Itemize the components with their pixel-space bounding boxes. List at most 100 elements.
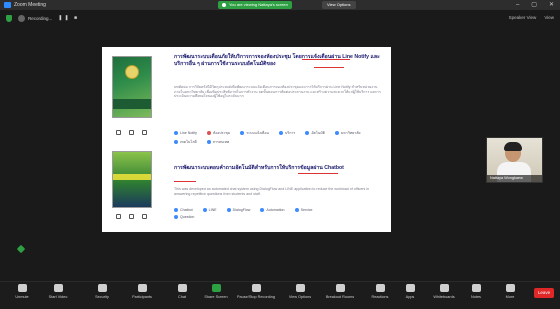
leave-button[interactable]: Leave bbox=[534, 288, 554, 298]
tag-item[interactable]: LINE bbox=[202, 208, 217, 212]
zoom-logo-icon bbox=[4, 2, 11, 8]
meeting-info-bar: Recording... ❚❚ ■ Speaker View View bbox=[0, 12, 560, 24]
recording-pause-icon[interactable]: ❚❚ ■ bbox=[58, 15, 79, 21]
close-icon[interactable]: ✕ bbox=[549, 0, 554, 10]
tag-item[interactable]: บริการ bbox=[279, 130, 295, 136]
doc-actions-1 bbox=[116, 130, 147, 135]
whiteboards-button[interactable]: Whiteboards bbox=[426, 284, 462, 299]
window-controls: – ▢ ✕ bbox=[516, 0, 554, 10]
download-icon[interactable] bbox=[116, 130, 121, 135]
tag-item[interactable]: Line Notify bbox=[174, 130, 197, 136]
tag-item[interactable]: Chatbot bbox=[174, 208, 193, 212]
tag-icon bbox=[174, 140, 178, 144]
view-icon[interactable] bbox=[129, 130, 134, 135]
tag-icon bbox=[174, 215, 178, 219]
speaker-view-link[interactable]: Speaker View bbox=[509, 15, 537, 20]
smiley-icon bbox=[375, 284, 385, 292]
recording-button[interactable]: Pause/Stop Recording bbox=[237, 284, 275, 299]
tag-item[interactable]: มหาวิทยาลัย bbox=[334, 130, 361, 136]
annotate-pencil-icon[interactable] bbox=[16, 244, 26, 254]
tag-item[interactable]: DialogFlow bbox=[226, 208, 250, 212]
tag-item[interactable]: Automation bbox=[260, 208, 285, 212]
title-bar: Zoom Meeting You are viewing Nattaya's s… bbox=[0, 0, 560, 10]
participant-name: Nattaya Wongkaew bbox=[487, 175, 542, 182]
apps-button[interactable]: Apps bbox=[392, 284, 428, 299]
doc-actions-2 bbox=[116, 214, 147, 219]
section2-title[interactable]: การพัฒนาระบบตอบคำถามอัตโนมัติสำหรับการให… bbox=[174, 165, 384, 172]
share-banner: You are viewing Nattaya's screen bbox=[218, 1, 292, 9]
view-options-button[interactable]: View Options bbox=[322, 1, 356, 9]
apps-icon bbox=[405, 284, 415, 292]
unmute-button[interactable]: Unmute bbox=[4, 284, 40, 299]
tag-item[interactable]: Question bbox=[174, 215, 194, 219]
chat-button[interactable]: Chat bbox=[164, 284, 200, 299]
notes-button[interactable]: Notes bbox=[458, 284, 494, 299]
book-cover-2[interactable] bbox=[112, 151, 152, 208]
view-options-toolbar-button[interactable]: View Options bbox=[282, 284, 318, 299]
notes-icon bbox=[471, 284, 481, 292]
recording-label: Recording... bbox=[28, 15, 53, 21]
section1-title[interactable]: การพัฒนาระบบเตือนภัยให้บริการการจองห้องป… bbox=[174, 54, 384, 68]
annotation-underline bbox=[314, 67, 344, 68]
tag-item[interactable]: Service bbox=[294, 208, 313, 212]
security-button[interactable]: Security bbox=[84, 284, 120, 299]
annotation-underline bbox=[174, 181, 196, 182]
file-icon[interactable] bbox=[142, 130, 147, 135]
participants-button[interactable]: Participants bbox=[124, 284, 160, 299]
zoom-window: Zoom Meeting You are viewing Nattaya's s… bbox=[0, 0, 560, 309]
tag-icon bbox=[240, 131, 245, 135]
view-icon bbox=[295, 284, 305, 292]
camera-icon bbox=[53, 284, 63, 292]
breakout-icon bbox=[335, 284, 345, 292]
shield-icon bbox=[97, 284, 107, 292]
more-icon bbox=[505, 284, 515, 292]
share-banner-text: You are viewing Nattaya's screen bbox=[229, 2, 288, 7]
security-shield-icon[interactable] bbox=[6, 14, 12, 22]
section1-abstract: บทคัดย่อ การวิจัยครั้งนี้มีวัตถุประสงค์เ… bbox=[174, 85, 381, 99]
section2-abstract: This was developed an automated chat sys… bbox=[174, 187, 370, 196]
tag-icon bbox=[294, 208, 299, 212]
chat-icon bbox=[177, 284, 187, 292]
file-icon[interactable] bbox=[142, 214, 147, 219]
cover-stripe bbox=[113, 174, 151, 180]
tag-icon bbox=[206, 131, 211, 135]
tag-icon bbox=[202, 208, 207, 212]
tag-item[interactable]: อัตโนมัติ bbox=[305, 130, 325, 136]
whiteboard-icon bbox=[439, 284, 449, 292]
minimize-icon[interactable]: – bbox=[516, 0, 519, 10]
university-seal-icon bbox=[125, 65, 139, 79]
tag-item[interactable]: เทคโนโลยี bbox=[174, 139, 197, 145]
recording-icon bbox=[18, 14, 25, 22]
share-screen-icon bbox=[211, 284, 221, 292]
tag-icon bbox=[174, 208, 178, 212]
share-screen-button[interactable]: Share Screen bbox=[198, 284, 234, 299]
tag-item[interactable]: ห้องประชุม bbox=[206, 130, 230, 136]
microphone-icon bbox=[17, 284, 27, 292]
shared-document: การพัฒนาระบบเตือนภัยให้บริการการจองห้องป… bbox=[102, 47, 391, 232]
tag-item[interactable]: สารสนเทศ bbox=[206, 139, 229, 145]
section2-tags: Chatbot LINE DialogFlow Automation Servi… bbox=[174, 208, 334, 219]
view-icon[interactable] bbox=[129, 214, 134, 219]
more-button[interactable]: More bbox=[492, 284, 528, 299]
start-video-button[interactable]: Start Video bbox=[40, 284, 76, 299]
download-icon[interactable] bbox=[116, 214, 121, 219]
annotation-underline bbox=[298, 173, 338, 174]
view-switcher: Speaker View View bbox=[509, 15, 554, 20]
breakout-rooms-button[interactable]: Breakout Rooms bbox=[322, 284, 358, 299]
tag-icon bbox=[226, 208, 231, 212]
book-cover-1[interactable] bbox=[112, 56, 152, 118]
tag-icon bbox=[260, 208, 265, 212]
cover-band bbox=[113, 99, 151, 109]
tag-item[interactable]: ระบบแจ้งเตือน bbox=[240, 130, 269, 136]
participant-hair bbox=[504, 142, 522, 151]
section1-tags: Line Notify ห้องประชุม ระบบแจ้งเตือน บริ… bbox=[174, 130, 384, 145]
tag-icon bbox=[206, 140, 211, 144]
view-link[interactable]: View bbox=[544, 15, 554, 20]
people-icon bbox=[137, 284, 147, 292]
maximize-icon[interactable]: ▢ bbox=[531, 0, 537, 10]
meeting-toolbar: Unmute Start Video Security Participants… bbox=[0, 281, 560, 309]
tag-icon bbox=[279, 131, 283, 135]
tag-icon bbox=[174, 131, 178, 135]
participant-video[interactable]: Nattaya Wongkaew bbox=[486, 137, 543, 183]
window-title: Zoom Meeting bbox=[14, 2, 46, 8]
